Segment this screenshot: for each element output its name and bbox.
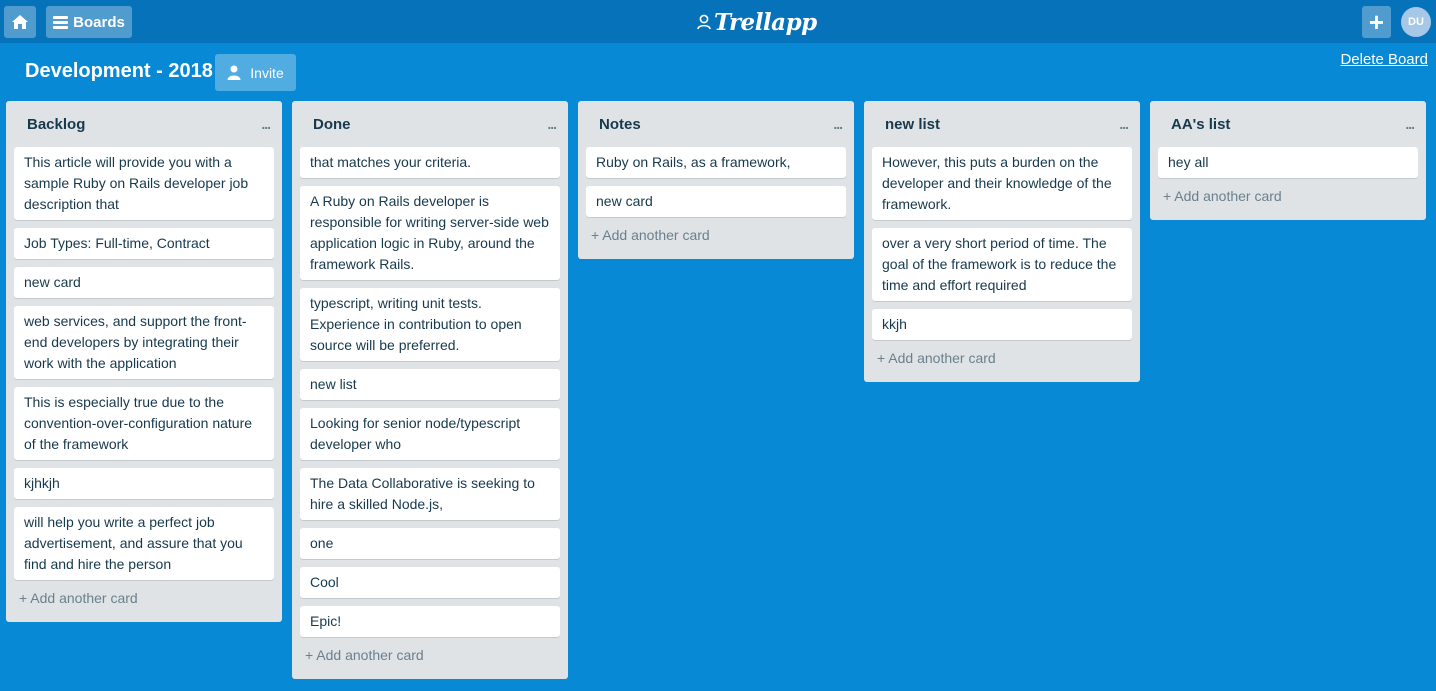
list-header: Backlog ... bbox=[14, 101, 274, 147]
list-title[interactable]: new list bbox=[885, 116, 940, 133]
list-new-list: new list ... However, this puts a burden… bbox=[864, 101, 1140, 382]
card[interactable]: Job Types: Full-time, Contract bbox=[14, 228, 274, 259]
menu-icon bbox=[53, 15, 69, 29]
card[interactable]: new card bbox=[14, 267, 274, 298]
list-title[interactable]: Backlog bbox=[27, 116, 85, 133]
list-done: Done ... that matches your criteria. A R… bbox=[292, 101, 568, 679]
list-menu-icon[interactable]: ... bbox=[833, 116, 843, 132]
card[interactable]: This article will provide you with a sam… bbox=[14, 147, 274, 220]
list-backlog: Backlog ... This article will provide yo… bbox=[6, 101, 282, 622]
add-card-button[interactable]: + Add another card bbox=[300, 645, 560, 666]
delete-board-link[interactable]: Delete Board bbox=[1340, 51, 1428, 68]
invite-button[interactable]: Invite bbox=[215, 54, 296, 91]
list-header: AA's list ... bbox=[1158, 101, 1418, 147]
card[interactable]: web services, and support the front-end … bbox=[14, 306, 274, 379]
boards-button[interactable]: Boards bbox=[46, 6, 132, 38]
list-menu-icon[interactable]: ... bbox=[1119, 116, 1129, 132]
list-notes: Notes ... Ruby on Rails, as a framework,… bbox=[578, 101, 854, 259]
list-title[interactable]: Done bbox=[313, 116, 351, 133]
list-title[interactable]: Notes bbox=[599, 116, 641, 133]
list-header: Done ... bbox=[300, 101, 560, 147]
list-menu-icon[interactable]: ... bbox=[547, 116, 557, 132]
card[interactable]: hey all bbox=[1158, 147, 1418, 178]
avatar[interactable]: DU bbox=[1401, 7, 1431, 37]
user-outline-icon bbox=[697, 14, 711, 30]
card[interactable]: kkjh bbox=[872, 309, 1132, 340]
board-title[interactable]: Development - 2018 bbox=[25, 60, 213, 83]
avatar-initials: DU bbox=[1408, 16, 1424, 28]
add-card-button[interactable]: + Add another card bbox=[1158, 186, 1418, 207]
card[interactable]: that matches your criteria. bbox=[300, 147, 560, 178]
plus-icon: + bbox=[1368, 7, 1385, 37]
list-title[interactable]: AA's list bbox=[1171, 116, 1230, 133]
card[interactable]: Epic! bbox=[300, 606, 560, 637]
card[interactable]: This is especially true due to the conve… bbox=[14, 387, 274, 460]
card[interactable]: new list bbox=[300, 369, 560, 400]
card[interactable]: Ruby on Rails, as a framework, bbox=[586, 147, 846, 178]
list-aas-list: AA's list ... hey all + Add another card bbox=[1150, 101, 1426, 220]
list-menu-icon[interactable]: ... bbox=[261, 116, 271, 132]
app-logo[interactable]: Trellapp bbox=[697, 8, 817, 36]
card[interactable]: However, this puts a burden on the devel… bbox=[872, 147, 1132, 220]
card[interactable]: The Data Collaborative is seeking to hir… bbox=[300, 468, 560, 520]
person-icon bbox=[227, 65, 241, 80]
list-header: Notes ... bbox=[586, 101, 846, 147]
home-button[interactable] bbox=[4, 6, 36, 38]
add-card-button[interactable]: + Add another card bbox=[586, 225, 846, 246]
add-card-button[interactable]: + Add another card bbox=[872, 348, 1132, 369]
list-menu-icon[interactable]: ... bbox=[1405, 116, 1415, 132]
add-card-button[interactable]: + Add another card bbox=[14, 588, 274, 609]
boards-label: Boards bbox=[73, 13, 125, 31]
card[interactable]: typescript, writing unit tests. Experien… bbox=[300, 288, 560, 361]
home-icon bbox=[12, 15, 28, 29]
card[interactable]: A Ruby on Rails developer is responsible… bbox=[300, 186, 560, 280]
card[interactable]: kjhkjh bbox=[14, 468, 274, 499]
card[interactable]: over a very short period of time. The go… bbox=[872, 228, 1132, 301]
card[interactable]: new card bbox=[586, 186, 846, 217]
top-bar: Boards Trellapp + DU bbox=[0, 0, 1436, 43]
invite-label: Invite bbox=[250, 64, 284, 81]
card[interactable]: one bbox=[300, 528, 560, 559]
card[interactable]: Looking for senior node/typescript devel… bbox=[300, 408, 560, 460]
card[interactable]: will help you write a perfect job advert… bbox=[14, 507, 274, 580]
card[interactable]: Cool bbox=[300, 567, 560, 598]
logo-text: Trellapp bbox=[714, 8, 817, 36]
list-header: new list ... bbox=[872, 101, 1132, 147]
create-button[interactable]: + bbox=[1362, 6, 1391, 38]
